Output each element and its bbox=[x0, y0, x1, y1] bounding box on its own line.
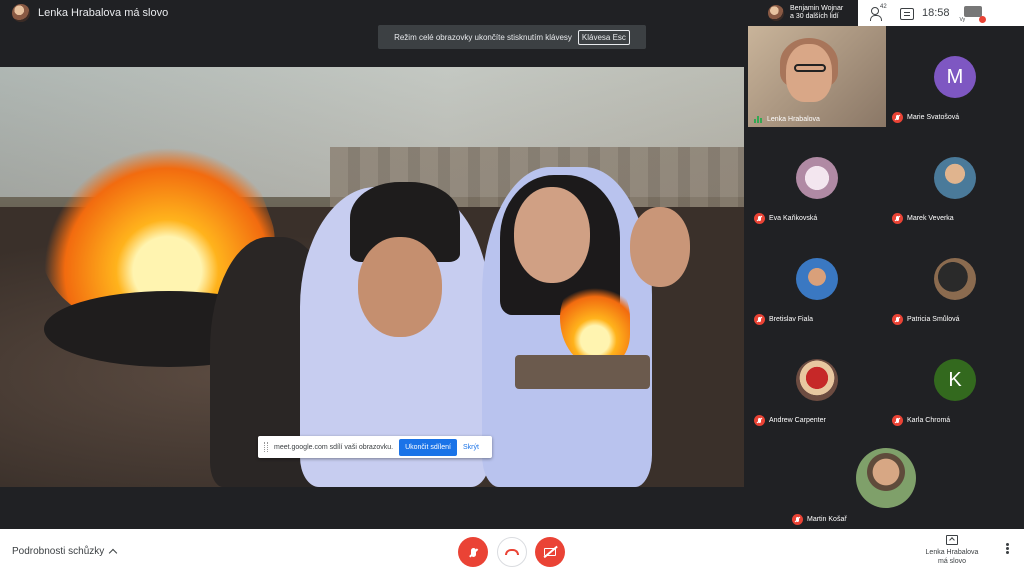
mic-off-icon bbox=[754, 213, 765, 224]
participant-tile-lenka[interactable]: Lenka Hrabalova bbox=[748, 26, 886, 127]
avatar bbox=[796, 157, 838, 199]
fullscreen-hint-text: Režim celé obrazovky ukončíte stisknutím… bbox=[394, 32, 572, 42]
leave-call-button[interactable] bbox=[497, 537, 527, 567]
mic-off-icon bbox=[754, 415, 765, 426]
mic-off-icon bbox=[470, 547, 476, 557]
participants-summary-line2: a 30 dalších lidí bbox=[790, 13, 839, 20]
video-glasses bbox=[794, 64, 826, 72]
avatar: M bbox=[934, 56, 976, 98]
avatar bbox=[934, 258, 976, 300]
participant-tile-patricia[interactable]: Patricia Smůlová bbox=[886, 228, 1024, 329]
camera-off-icon bbox=[544, 548, 556, 556]
participant-tile-bretislav[interactable]: Bretislav Fiala bbox=[748, 228, 886, 329]
people-icon[interactable]: 42 bbox=[870, 4, 887, 21]
chat-icon[interactable] bbox=[900, 7, 914, 20]
stop-sharing-button[interactable]: Ukončit sdílení bbox=[399, 438, 457, 456]
participant-name: Bretislav Fiala bbox=[769, 316, 813, 323]
participant-name: Lenka Hrabalova bbox=[767, 115, 820, 123]
speaking-icon bbox=[754, 115, 763, 123]
more-options-icon[interactable] bbox=[1006, 547, 1009, 550]
presenter-title: Lenka Hrabalova má slovo bbox=[38, 7, 169, 19]
participant-tile-karla[interactable]: K Karla Chromá bbox=[886, 329, 1024, 430]
participant-tile-marie[interactable]: M Marie Svatošová bbox=[886, 26, 1024, 127]
participant-tile-marek[interactable]: Marek Veverka bbox=[886, 127, 1024, 228]
meeting-details-label: Podrobnosti schůzky bbox=[12, 546, 105, 557]
avatar: K bbox=[934, 359, 976, 401]
hide-notice-button[interactable]: Skrýt bbox=[463, 444, 479, 451]
self-thumbnail bbox=[963, 6, 982, 17]
self-muted-indicator bbox=[978, 16, 986, 23]
participant-tile-andrew[interactable]: Andrew Carpenter bbox=[748, 329, 886, 430]
avatar bbox=[796, 359, 838, 401]
avatar bbox=[796, 258, 838, 300]
top-right-bar: Benjamin Wojnar a 30 dalších lidí 42 18:… bbox=[762, 0, 1024, 26]
photo-stone-dish bbox=[515, 355, 650, 389]
presenting-line2: má slovo bbox=[937, 558, 966, 565]
participant-name: Eva Kaňkovská bbox=[769, 215, 818, 222]
participant-avatar bbox=[768, 5, 784, 21]
mic-off-icon bbox=[892, 112, 903, 123]
presenter-avatar bbox=[12, 4, 30, 22]
participant-name: Karla Chromá bbox=[907, 417, 951, 424]
esc-key-badge: Klávesa Esc bbox=[577, 29, 630, 45]
clock: 18:58 bbox=[922, 7, 950, 19]
participant-tile-martin[interactable]: Martin Košař bbox=[786, 428, 986, 529]
mic-off-icon bbox=[792, 514, 803, 525]
shared-screen bbox=[0, 67, 744, 487]
chevron-up-icon bbox=[109, 548, 118, 558]
photo-face-center bbox=[358, 237, 442, 337]
hang-up-icon bbox=[505, 549, 519, 555]
mic-off-icon bbox=[754, 314, 765, 325]
screen-share-notice: meet.google.com sdílí vaši obrazovku. Uk… bbox=[258, 436, 492, 458]
self-view[interactable]: Vy bbox=[960, 6, 986, 23]
present-screen-icon bbox=[946, 535, 958, 545]
meeting-details-button[interactable]: Podrobnosti schůzky bbox=[12, 546, 118, 558]
participant-name: Marek Veverka bbox=[907, 215, 954, 222]
photo-face-right bbox=[514, 187, 590, 283]
microphone-toggle-button[interactable] bbox=[458, 537, 488, 567]
avatar bbox=[934, 157, 976, 199]
camera-toggle-button[interactable] bbox=[535, 537, 565, 567]
mic-off-icon bbox=[892, 213, 903, 224]
fullscreen-exit-hint: Režim celé obrazovky ukončíte stisknutím… bbox=[378, 25, 646, 49]
mic-off-icon bbox=[892, 415, 903, 426]
self-label: Vy bbox=[959, 17, 966, 23]
participant-count: 42 bbox=[880, 4, 887, 10]
mic-off-icon bbox=[892, 314, 903, 325]
share-notice-text: meet.google.com sdílí vaši obrazovku. bbox=[274, 443, 394, 451]
drag-handle-icon[interactable] bbox=[264, 442, 268, 452]
presenter-header: Lenka Hrabalova má slovo bbox=[12, 4, 168, 22]
participants-summary-line1: Benjamin Wojnar bbox=[790, 5, 844, 12]
bottom-control-bar: Podrobnosti schůzky Lenka Hrabalova má s… bbox=[0, 529, 1024, 576]
participant-name: Andrew Carpenter bbox=[769, 417, 826, 424]
avatar bbox=[856, 448, 916, 508]
participant-name: Martin Košař bbox=[807, 516, 847, 523]
video-face bbox=[786, 44, 832, 102]
presenting-button[interactable]: Lenka Hrabalova má slovo bbox=[918, 535, 986, 566]
photo-face-far-right bbox=[630, 207, 690, 287]
participant-tile-eva[interactable]: Eva Kaňkovská bbox=[748, 127, 886, 228]
participants-summary[interactable]: Benjamin Wojnar a 30 dalších lidí bbox=[762, 0, 858, 26]
participant-name: Patricia Smůlová bbox=[907, 316, 960, 323]
presenting-line1: Lenka Hrabalova bbox=[925, 549, 979, 556]
participant-name: Marie Svatošová bbox=[907, 114, 960, 121]
